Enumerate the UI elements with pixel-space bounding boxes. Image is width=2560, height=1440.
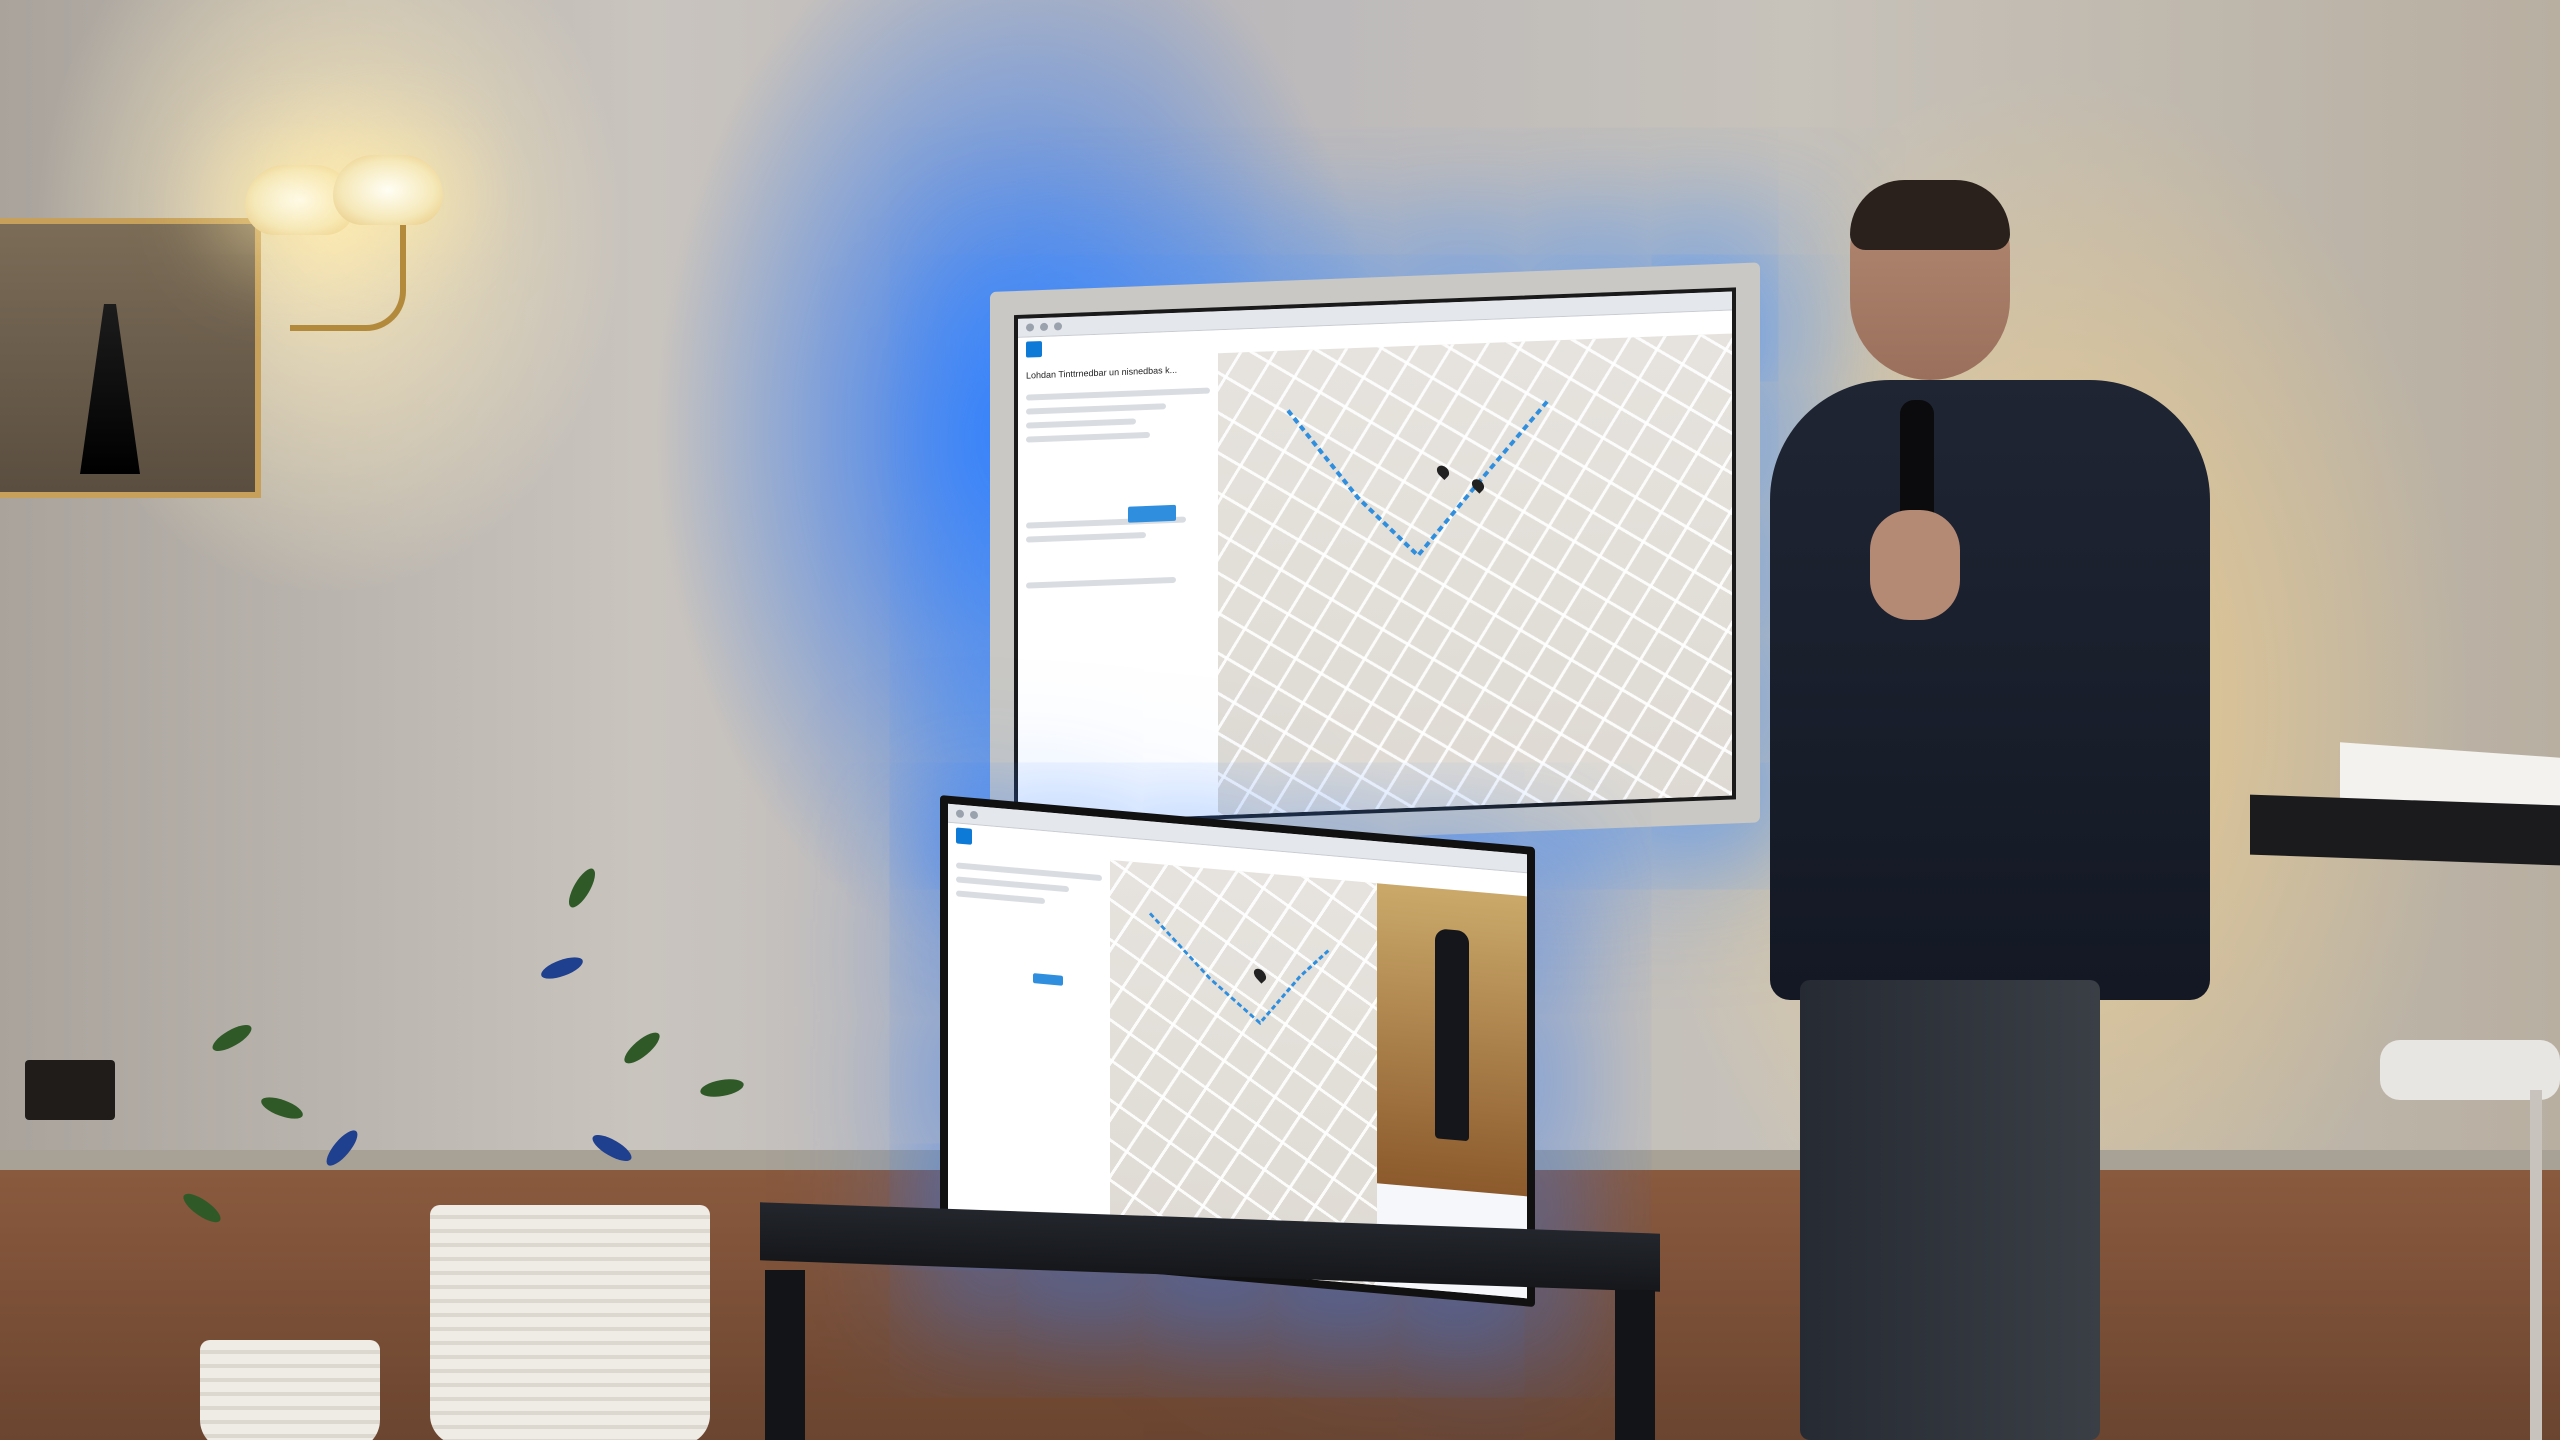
route-sidebar: Lohdan Tinttrnedbar un nisnedbas k...	[1018, 353, 1219, 823]
wall-painting	[0, 218, 261, 498]
browser-dot	[956, 809, 964, 819]
app-logo-icon	[1026, 341, 1042, 358]
browser-dot	[1026, 323, 1034, 332]
route-field	[1026, 431, 1150, 443]
presenter-hair	[1850, 180, 2010, 250]
lectern	[2250, 794, 2560, 866]
go-button	[1128, 504, 1176, 523]
presenter-in-feed	[1435, 928, 1469, 1142]
presenter-jacket	[1770, 380, 2210, 1000]
browser-dot	[1054, 322, 1062, 331]
route-field	[1026, 403, 1166, 415]
go-button	[1033, 973, 1063, 986]
presenter-jeans	[1800, 980, 2100, 1440]
app-logo-icon	[956, 827, 972, 845]
browser-dot	[1040, 322, 1048, 332]
bar-stool-leg	[2530, 1090, 2542, 1440]
wall-outlet	[25, 1060, 115, 1120]
route-field	[1026, 387, 1210, 401]
large-display-screen: Lohdan Tinttrnedbar un nisnedbas k...	[1014, 287, 1736, 828]
table-leg	[1615, 1290, 1655, 1440]
large-wall-display: Lohdan Tinttrnedbar un nisnedbas k...	[990, 262, 1760, 853]
city-map	[1217, 333, 1732, 816]
route-line	[1286, 399, 1550, 559]
plant-pot-right	[430, 1205, 710, 1440]
lamp-bulb-right	[333, 155, 443, 225]
presenter-hand	[1870, 510, 1960, 620]
route-field	[1026, 418, 1136, 429]
route-field	[956, 890, 1046, 905]
painting-figure	[80, 304, 140, 474]
route-result	[1026, 576, 1176, 589]
route-result	[1026, 532, 1146, 543]
lamp-arm	[290, 225, 406, 331]
browser-dot	[970, 810, 978, 820]
table-leg	[765, 1270, 805, 1440]
route-sidebar	[948, 845, 1112, 1262]
photo-scene: Lohdan Tinttrnedbar un nisnedbas k...	[0, 0, 2560, 1440]
camera-feed-inset	[1377, 883, 1527, 1197]
route-field	[956, 876, 1070, 893]
plant-pot-left	[200, 1340, 380, 1440]
presenter	[1770, 180, 2210, 1440]
